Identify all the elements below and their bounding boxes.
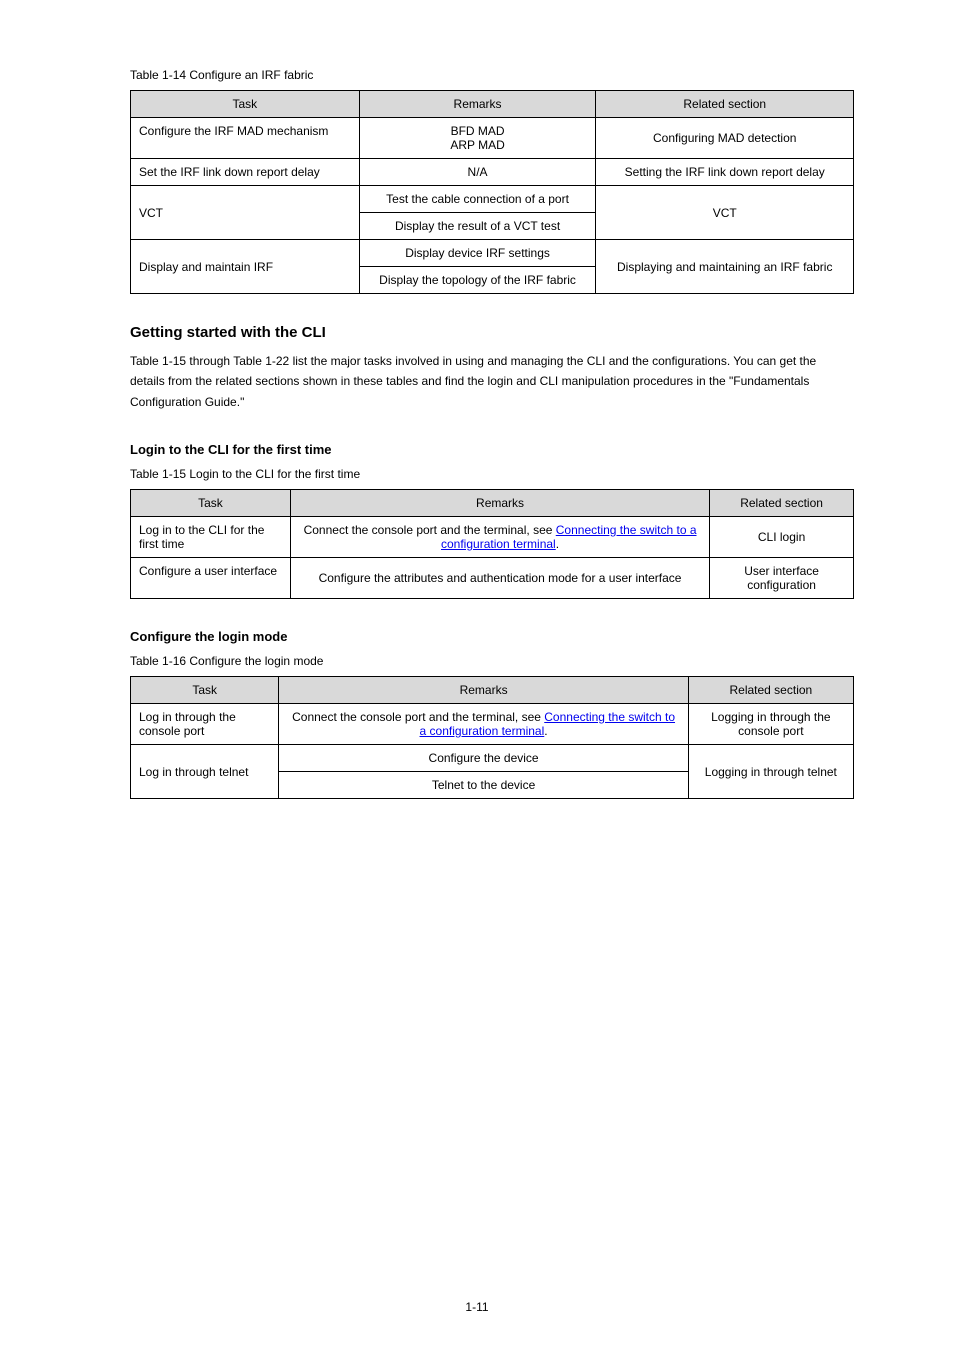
table-row: VCT Test the cable connection of a port … (131, 186, 854, 213)
table-row: Log in to the CLI for the first time Con… (131, 517, 854, 558)
cell-remarks: Configure the device (279, 745, 688, 772)
col-remarks: Remarks (290, 490, 709, 517)
cell-section: Setting the IRF link down report delay (596, 159, 854, 186)
col-remarks: Remarks (359, 91, 596, 118)
col-task: Task (131, 490, 291, 517)
table-title-b: Table 1-15 Login to the CLI for the firs… (130, 467, 854, 481)
cell-remarks: N/A (359, 159, 596, 186)
remark-post: . (556, 537, 559, 551)
cell-remarks: Configure the attributes and authenticat… (290, 558, 709, 599)
col-section: Related section (710, 490, 854, 517)
remark-post: . (544, 724, 547, 738)
section-heading-login-mode: Configure the login mode (130, 629, 854, 644)
remark-pre: Connect the console port and the termina… (304, 523, 556, 537)
col-section: Related section (688, 677, 853, 704)
table-row: Set the IRF link down report delay N/A S… (131, 159, 854, 186)
cell-remarks: Display device IRF settings (359, 240, 596, 267)
cell-task: Configure the IRF MAD mechanism (131, 118, 360, 159)
cell-task: Log in through the console port (131, 704, 279, 745)
cell-task: Log in to the CLI for the first time (131, 517, 291, 558)
table-row: Configure the IRF MAD mechanism BFD MAD … (131, 118, 854, 159)
table-row: Configure a user interface Configure the… (131, 558, 854, 599)
table-login-mode: Task Remarks Related section Log in thro… (130, 676, 854, 799)
table-row: Log in through the console port Connect … (131, 704, 854, 745)
cell-section: User interface configuration (710, 558, 854, 599)
table-login-first: Task Remarks Related section Log in to t… (130, 489, 854, 599)
cell-section: Logging in through the console port (688, 704, 853, 745)
cell-task: Display and maintain IRF (131, 240, 360, 294)
col-section: Related section (596, 91, 854, 118)
cell-remarks: Connect the console port and the termina… (279, 704, 688, 745)
col-remarks: Remarks (279, 677, 688, 704)
cell-task: VCT (131, 186, 360, 240)
cell-section: Configuring MAD detection (596, 118, 854, 159)
col-task: Task (131, 91, 360, 118)
section-heading-cli: Getting started with the CLI (130, 324, 854, 341)
cell-remarks: BFD MAD ARP MAD (359, 118, 596, 159)
cell-remarks: Telnet to the device (279, 772, 688, 799)
cell-section: VCT (596, 186, 854, 240)
table-title-a: Table 1-14 Configure an IRF fabric (130, 68, 854, 82)
cell-remarks: Connect the console port and the termina… (290, 517, 709, 558)
table-irf: Task Remarks Related section Configure t… (130, 90, 854, 294)
section-heading-login-first: Login to the CLI for the first time (130, 442, 854, 457)
table-header-row: Task Remarks Related section (131, 91, 854, 118)
cell-remarks: Test the cable connection of a port (359, 186, 596, 213)
cell-task: Set the IRF link down report delay (131, 159, 360, 186)
cell-remarks: Display the topology of the IRF fabric (359, 267, 596, 294)
cell-section: CLI login (710, 517, 854, 558)
remark-line: ARP MAD (450, 138, 504, 152)
remark-line: BFD MAD (451, 124, 505, 138)
table-title-c: Table 1-16 Configure the login mode (130, 654, 854, 668)
intro-paragraph: Table 1-15 through Table 1-22 list the m… (130, 351, 854, 412)
table-header-row: Task Remarks Related section (131, 677, 854, 704)
table-header-row: Task Remarks Related section (131, 490, 854, 517)
cell-task: Configure a user interface (131, 558, 291, 599)
cell-section: Displaying and maintaining an IRF fabric (596, 240, 854, 294)
cell-task: Log in through telnet (131, 745, 279, 799)
cell-remarks: Display the result of a VCT test (359, 213, 596, 240)
remark-pre: Connect the console port and the termina… (292, 710, 544, 724)
cell-section: Logging in through telnet (688, 745, 853, 799)
page-number: 1-11 (0, 1300, 954, 1314)
table-row: Display and maintain IRF Display device … (131, 240, 854, 267)
col-task: Task (131, 677, 279, 704)
table-row: Log in through telnet Configure the devi… (131, 745, 854, 772)
